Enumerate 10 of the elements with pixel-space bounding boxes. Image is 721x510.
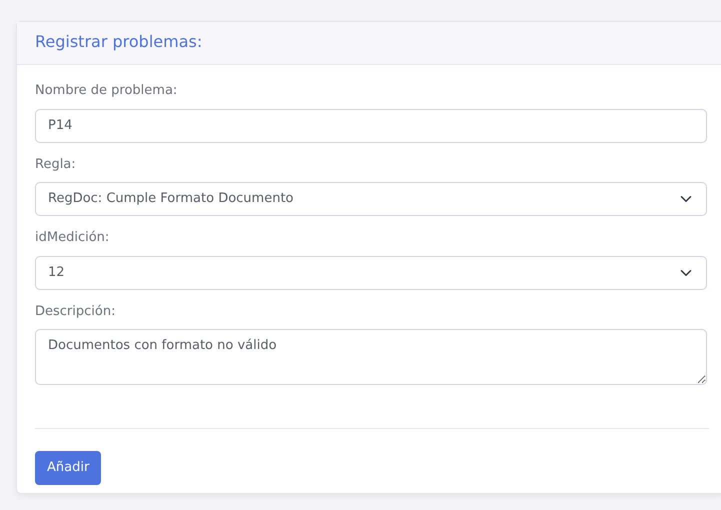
field-label: idMedición:	[35, 229, 110, 247]
field-label: Nombre de problema:	[35, 82, 178, 100]
select-field[interactable]: 12	[35, 256, 707, 290]
card-title: Registrar problemas:	[35, 32, 204, 52]
text-area[interactable]: Documentos con formato no válido	[35, 329, 707, 385]
select-field[interactable]: RegDoc: Cumple Formato Documento	[35, 182, 707, 216]
field-label: Regla:	[35, 156, 77, 174]
add-button[interactable]: Añadir	[35, 450, 102, 484]
text-field[interactable]: P14	[35, 108, 707, 142]
field-label: Descripción:	[35, 302, 116, 320]
